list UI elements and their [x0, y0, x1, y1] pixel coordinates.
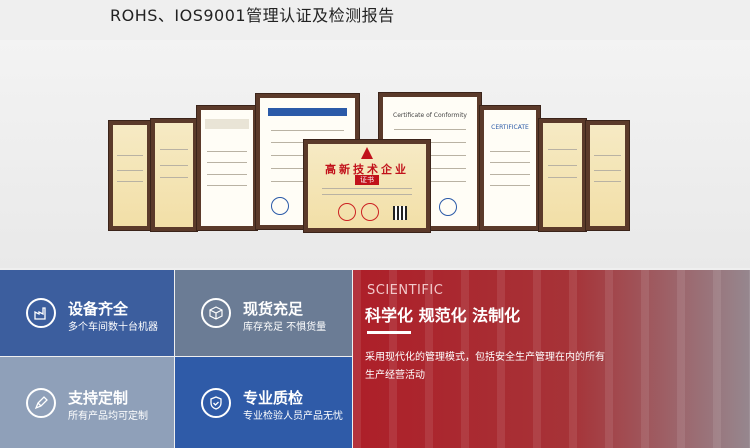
box-icon	[201, 298, 231, 328]
panel-heading: 科学化 规范化 法制化	[365, 306, 521, 325]
high-tech-enterprise-certificate: 高新技术企业 证书	[303, 139, 431, 233]
feature-tile-equipment: 设备齐全 多个车间数十台机器	[0, 270, 174, 356]
scientific-panel: SCIENTIFIC 科学化 规范化 法制化 采用现代化的管理模式，包括安全生产…	[353, 270, 750, 448]
flame-logo-icon	[361, 147, 373, 160]
page-title: ROHS、IOS9001管理认证及检测报告	[110, 6, 395, 25]
feature-title: 现货充足	[243, 300, 304, 318]
certificate-frame	[538, 118, 587, 232]
feature-desc: 多个车间数十台机器	[68, 322, 158, 333]
heading-underline	[367, 331, 411, 334]
features-section: 设备齐全 多个车间数十台机器 现货充足 库存充足 不惧货量 支持定制 所有产品均…	[0, 270, 750, 448]
feature-desc: 库存充足 不惧货量	[243, 322, 327, 333]
feature-tile-quality: 专业质检 专业检验人员产品无忧	[175, 357, 352, 448]
feature-title: 支持定制	[68, 389, 129, 407]
certificate-frame	[108, 120, 152, 231]
certificate-label: Certificate of Conformity	[393, 112, 467, 120]
feature-title: 专业质检	[243, 389, 304, 407]
certificate-frame	[196, 105, 258, 231]
feature-desc: 专业检验人员产品无忧	[243, 411, 343, 422]
panel-body: 采用现代化的管理模式，包括安全生产管理在内的所有生产经营活动	[365, 352, 605, 381]
certificate-frame	[150, 118, 198, 232]
pencil-ruler-icon	[26, 387, 56, 418]
certificate-gallery: Certificate of Conformity CERTIFICATE 高新…	[0, 40, 750, 268]
certificate-frame	[585, 120, 630, 231]
factory-icon	[26, 298, 56, 328]
feature-tile-stock: 现货充足 库存充足 不惧货量	[175, 270, 352, 356]
feature-desc: 所有产品均可定制	[68, 411, 148, 422]
panel-eyebrow: SCIENTIFIC	[367, 283, 444, 298]
feature-tile-custom: 支持定制 所有产品均可定制	[0, 357, 174, 448]
certificate-frame: CERTIFICATE	[479, 105, 541, 231]
feature-title: 设备齐全	[68, 300, 129, 318]
certificate-subtitle: 证书	[355, 175, 379, 186]
certificate-label: CERTIFICATE	[491, 123, 529, 131]
shield-check-icon	[201, 387, 231, 418]
